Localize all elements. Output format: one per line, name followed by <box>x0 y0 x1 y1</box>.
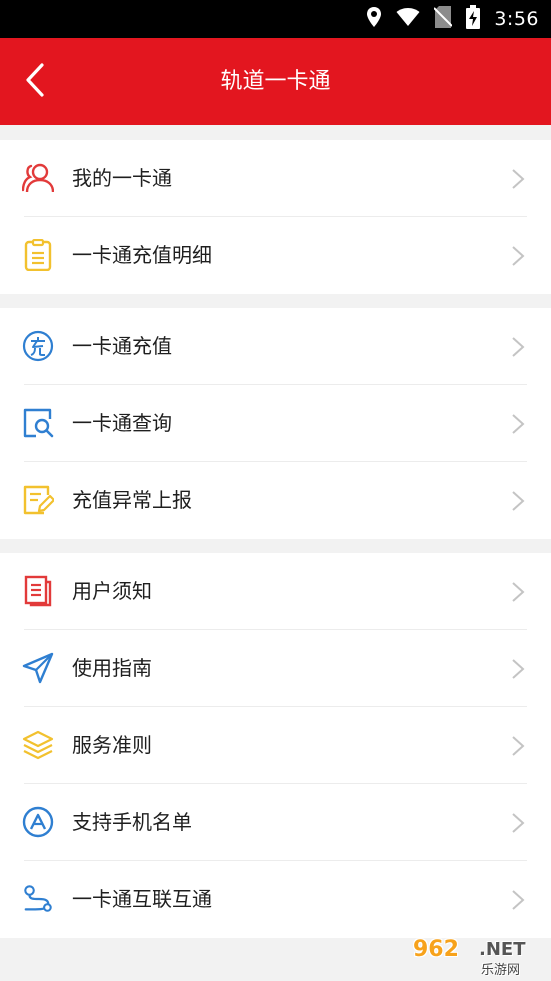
chevron-right-icon <box>512 491 525 511</box>
status-time: 3:56 <box>494 8 539 30</box>
chevron-right-icon <box>512 337 525 357</box>
status-icons: 3:56 <box>366 0 539 38</box>
clipboard-icon <box>22 239 54 271</box>
menu-item-recharge-detail[interactable]: 一卡通充值明细 <box>0 217 551 294</box>
menu-group-recharge: 一卡通充值 一卡通查询 充值异常上报 <box>0 308 551 539</box>
menu-item-label: 一卡通查询 <box>72 411 172 435</box>
users-icon <box>22 162 54 194</box>
menu-item-user-notice[interactable]: 用户须知 <box>0 553 551 630</box>
location-icon <box>366 6 382 32</box>
menu-group-card: 我的一卡通 一卡通充值明细 <box>0 140 551 294</box>
menu-item-interconnect[interactable]: 一卡通互联互通 <box>0 861 551 938</box>
layers-icon <box>22 729 54 761</box>
menu-item-label: 一卡通充值 <box>72 334 172 358</box>
menu-item-label: 一卡通充值明细 <box>72 243 212 267</box>
chevron-right-icon <box>512 582 525 602</box>
route-icon <box>22 883 54 915</box>
page-title: 轨道一卡通 <box>220 69 331 94</box>
menu-item-recharge-exception-report[interactable]: 充值异常上报 <box>0 462 551 539</box>
chevron-right-icon <box>512 890 525 910</box>
menu-item-recharge[interactable]: 一卡通充值 <box>0 308 551 385</box>
chevron-right-icon <box>512 414 525 434</box>
no-sim-icon <box>433 6 454 32</box>
search-doc-icon <box>22 407 54 439</box>
watermark-brand: 962 <box>413 937 459 962</box>
status-bar: 3:56 <box>0 0 551 38</box>
menu-item-label: 支持手机名单 <box>72 810 192 834</box>
chevron-right-icon <box>512 736 525 756</box>
chevron-right-icon <box>512 246 525 266</box>
chevron-right-icon <box>512 813 525 833</box>
menu-item-label: 一卡通互联互通 <box>72 887 212 911</box>
menu-item-supported-phones[interactable]: 支持手机名单 <box>0 784 551 861</box>
menu-item-service-rules[interactable]: 服务准则 <box>0 707 551 784</box>
watermark-suffix: .NET <box>479 939 526 960</box>
edit-report-icon <box>22 484 54 516</box>
menu-group-info: 用户须知 使用指南 服务准则 支持手机名单 一卡通互联互通 <box>0 553 551 938</box>
triangle-circle-icon <box>22 806 54 838</box>
menu-item-label: 我的一卡通 <box>72 166 172 190</box>
menu-item-usage-guide[interactable]: 使用指南 <box>0 630 551 707</box>
menu-item-label: 使用指南 <box>72 656 152 680</box>
recharge-icon <box>22 330 54 362</box>
battery-charging-icon <box>466 5 481 33</box>
watermark-sub: 乐游网 <box>481 963 521 978</box>
menu-item-card-query[interactable]: 一卡通查询 <box>0 385 551 462</box>
document-icon <box>22 575 54 607</box>
chevron-right-icon <box>512 659 525 679</box>
menu-item-label: 服务准则 <box>72 733 152 757</box>
navigation-icon <box>22 652 54 684</box>
menu-item-my-card[interactable]: 我的一卡通 <box>0 140 551 217</box>
chevron-right-icon <box>512 169 525 189</box>
menu-item-label: 充值异常上报 <box>72 488 192 512</box>
app-header: 轨道一卡通 <box>0 38 551 125</box>
menu-item-label: 用户须知 <box>72 579 152 603</box>
wifi-icon <box>396 7 420 31</box>
watermark-logo: 962 .NET 乐游网 <box>407 935 545 978</box>
